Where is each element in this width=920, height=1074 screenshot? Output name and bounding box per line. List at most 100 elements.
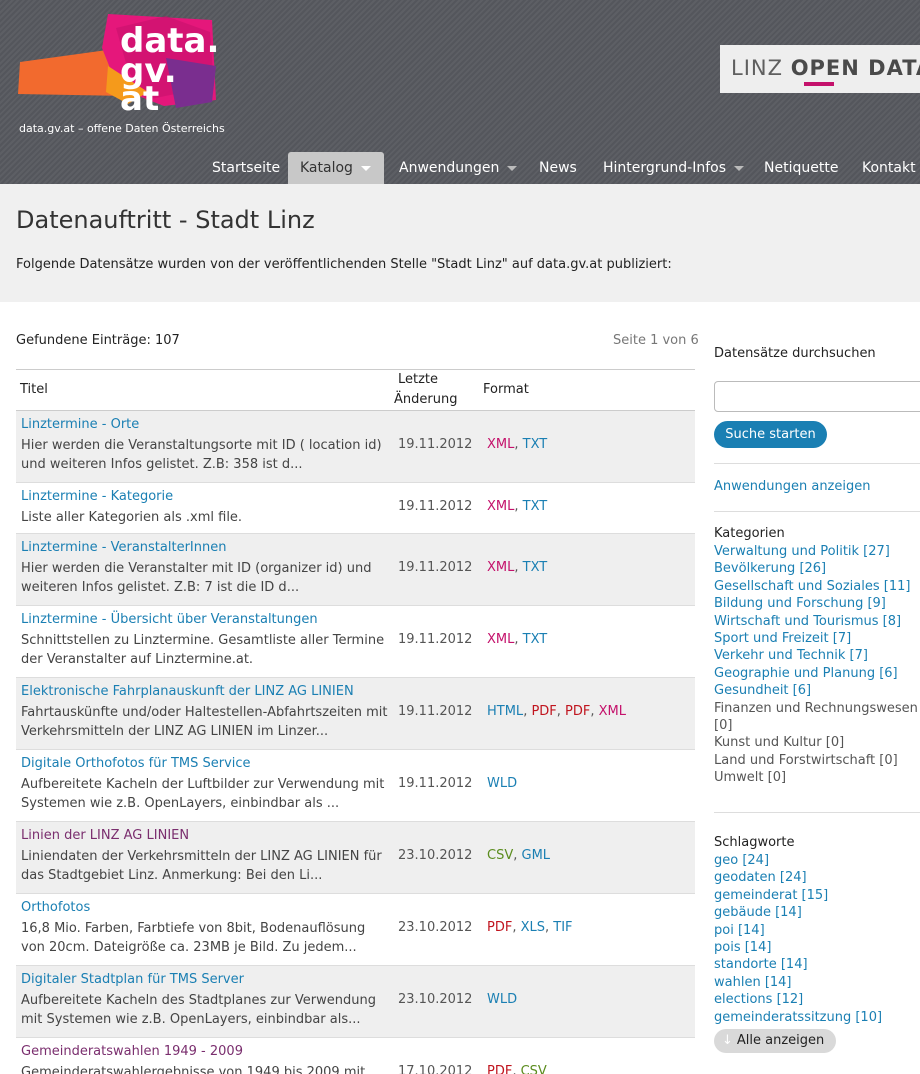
- format-link[interactable]: XML: [487, 632, 514, 647]
- format-link[interactable]: XML: [487, 560, 514, 575]
- nav-label: Kontakt: [862, 160, 916, 176]
- format-link[interactable]: TXT: [523, 560, 548, 575]
- dataset-description: 16,8 Mio. Farben, Farbtiefe von 8bit, Bo…: [21, 921, 366, 955]
- category-item[interactable]: Gesellschaft und Soziales [11]: [714, 578, 920, 595]
- linz-logo-text: LINZ OPEN DATA: [731, 56, 920, 80]
- dataset-date: 19.11.2012: [398, 560, 473, 575]
- format-link[interactable]: TIF: [553, 920, 572, 935]
- nav-anwendungen[interactable]: Anwendungen: [387, 152, 529, 184]
- nav-label: Katalog: [300, 160, 353, 176]
- chevron-down-icon: [734, 165, 745, 171]
- dataset-title-link[interactable]: Orthofotos: [21, 900, 90, 915]
- nav-netiquette[interactable]: Netiquette: [752, 152, 850, 184]
- format-link[interactable]: PDF: [487, 920, 512, 935]
- format-link[interactable]: WLD: [487, 992, 517, 1007]
- tag-item[interactable]: wahlen [14]: [714, 974, 920, 991]
- format-link[interactable]: PDF: [531, 704, 556, 719]
- dataset-description: Fahrtauskünfte und/oder Haltestellen-Abf…: [21, 705, 388, 739]
- arrow-down-icon: ↓: [722, 1033, 733, 1048]
- tag-item[interactable]: standorte [14]: [714, 956, 920, 973]
- dataset-formats: PDF, CSV: [487, 1064, 547, 1074]
- dataset-date: 19.11.2012: [398, 499, 473, 514]
- tag-list: geo [24] geodaten [24] gemeinderat [15] geb…: [714, 852, 920, 1026]
- table-row: Digitaler Stadtplan für TMS Server Aufber…: [16, 966, 695, 1038]
- tag-item[interactable]: gemeinderat [15]: [714, 887, 920, 904]
- dataset-date: 23.10.2012: [398, 848, 473, 863]
- show-apps-link[interactable]: Anwendungen anzeigen: [714, 479, 870, 494]
- format-separator: ,: [512, 920, 521, 935]
- format-link[interactable]: TXT: [523, 437, 548, 452]
- dataset-description: Aufbereitete Kacheln der Luftbilder zur …: [21, 777, 385, 811]
- nav-katalog[interactable]: Katalog: [288, 152, 384, 184]
- dataset-title-link[interactable]: Elektronische Fahrplanauskunft der LINZ …: [21, 684, 354, 699]
- category-item[interactable]: Verkehr und Technik [7]: [714, 647, 920, 664]
- category-item[interactable]: Bevölkerung [26]: [714, 560, 920, 577]
- column-header-changed-line2[interactable]: Änderung: [394, 392, 457, 407]
- dataset-description: Gemeinderatswahlergebnisse von 1949 bis …: [21, 1065, 366, 1074]
- category-item[interactable]: Wirtschaft und Tourismus [8]: [714, 613, 920, 630]
- data-gv-at-logo-graphic: data. gv. at: [18, 14, 219, 119]
- dataset-title-link[interactable]: Linztermine - VeranstalterInnen: [21, 540, 226, 555]
- data-gv-at-logo[interactable]: data. gv. at: [16, 8, 226, 128]
- tag-item[interactable]: elections [12]: [714, 991, 920, 1008]
- nav-label: Hintergrund-Infos: [603, 160, 727, 176]
- show-all-tags-button[interactable]: ↓ Alle anzeigen: [714, 1029, 836, 1053]
- dataset-formats: WLD: [487, 992, 517, 1007]
- tag-item[interactable]: pois [14]: [714, 939, 920, 956]
- chevron-down-icon: [507, 165, 518, 171]
- column-header-title[interactable]: Titel: [20, 382, 48, 397]
- dataset-title-link[interactable]: Gemeinderatswahlen 1949 - 2009: [21, 1044, 243, 1059]
- dataset-title-link[interactable]: Digitaler Stadtplan für TMS Server: [21, 972, 244, 987]
- tag-item[interactable]: geodaten [24]: [714, 869, 920, 886]
- linz-open-data-logo[interactable]: LINZ OPEN DATA: [720, 45, 920, 93]
- linz-logo-suffix: OPEN DATA: [790, 56, 920, 80]
- format-link[interactable]: PDF: [487, 1064, 512, 1074]
- main-nav: Startseite Katalog Anwendungen News Hint…: [0, 152, 920, 184]
- format-link[interactable]: TXT: [523, 499, 548, 514]
- tag-item[interactable]: geo [24]: [714, 852, 920, 869]
- format-link[interactable]: PDF: [565, 704, 590, 719]
- divider: [714, 812, 920, 813]
- category-item[interactable]: Verwaltung und Politik [27]: [714, 543, 920, 560]
- dataset-date: 19.11.2012: [398, 437, 473, 452]
- dataset-title-link[interactable]: Linztermine - Orte: [21, 417, 139, 432]
- format-link[interactable]: XML: [487, 499, 514, 514]
- dataset-title-link[interactable]: Linztermine - Kategorie: [21, 489, 173, 504]
- search-input[interactable]: [714, 381, 920, 412]
- category-item[interactable]: Geographie und Planung [6]: [714, 665, 920, 682]
- tag-item[interactable]: poi [14]: [714, 922, 920, 939]
- format-link[interactable]: WLD: [487, 776, 517, 791]
- format-link[interactable]: CSV: [487, 848, 513, 863]
- column-header-changed-line1[interactable]: Letzte: [398, 372, 438, 387]
- format-separator: ,: [556, 704, 566, 719]
- column-header-format[interactable]: Format: [483, 382, 529, 397]
- tag-item[interactable]: gemeinderatssitzung [10]: [714, 1009, 920, 1026]
- dataset-title-link[interactable]: Linztermine - Übersicht über Veranstaltu…: [21, 612, 318, 627]
- format-link[interactable]: XML: [487, 437, 514, 452]
- format-link[interactable]: TXT: [523, 632, 548, 647]
- dataset-date: 19.11.2012: [398, 776, 473, 791]
- divider: [714, 511, 920, 512]
- dataset-title-link[interactable]: Digitale Orthofotos für TMS Service: [21, 756, 251, 771]
- dataset-formats: HTML, PDF, PDF, XML: [487, 704, 626, 719]
- dataset-description: Hier werden die Veranstaltungsorte mit I…: [21, 438, 382, 472]
- format-link[interactable]: HTML: [487, 704, 523, 719]
- category-item[interactable]: Gesundheit [6]: [714, 682, 920, 699]
- category-item[interactable]: Bildung und Forschung [9]: [714, 595, 920, 612]
- format-link[interactable]: XML: [599, 704, 626, 719]
- nav-kontakt[interactable]: Kontakt: [850, 152, 920, 184]
- format-link[interactable]: CSV: [521, 1064, 547, 1074]
- dataset-title-link[interactable]: Linien der LINZ AG LINIEN: [21, 828, 189, 843]
- page-head: Datenauftritt - Stadt Linz Folgende Date…: [0, 184, 920, 302]
- nav-startseite[interactable]: Startseite: [200, 152, 292, 184]
- dataset-formats: XML, TXT: [487, 632, 547, 647]
- format-link[interactable]: GML: [522, 848, 551, 863]
- format-separator: ,: [512, 1064, 521, 1074]
- nav-news[interactable]: News: [527, 152, 589, 184]
- nav-hintergrund-infos[interactable]: Hintergrund-Infos: [591, 152, 756, 184]
- category-item[interactable]: Sport und Freizeit [7]: [714, 630, 920, 647]
- format-link[interactable]: XLS: [521, 920, 545, 935]
- tag-item[interactable]: gebäude [14]: [714, 904, 920, 921]
- table-row: Linztermine - VeranstalterInnen Hier werd…: [16, 534, 695, 606]
- search-button[interactable]: Suche starten: [714, 421, 827, 448]
